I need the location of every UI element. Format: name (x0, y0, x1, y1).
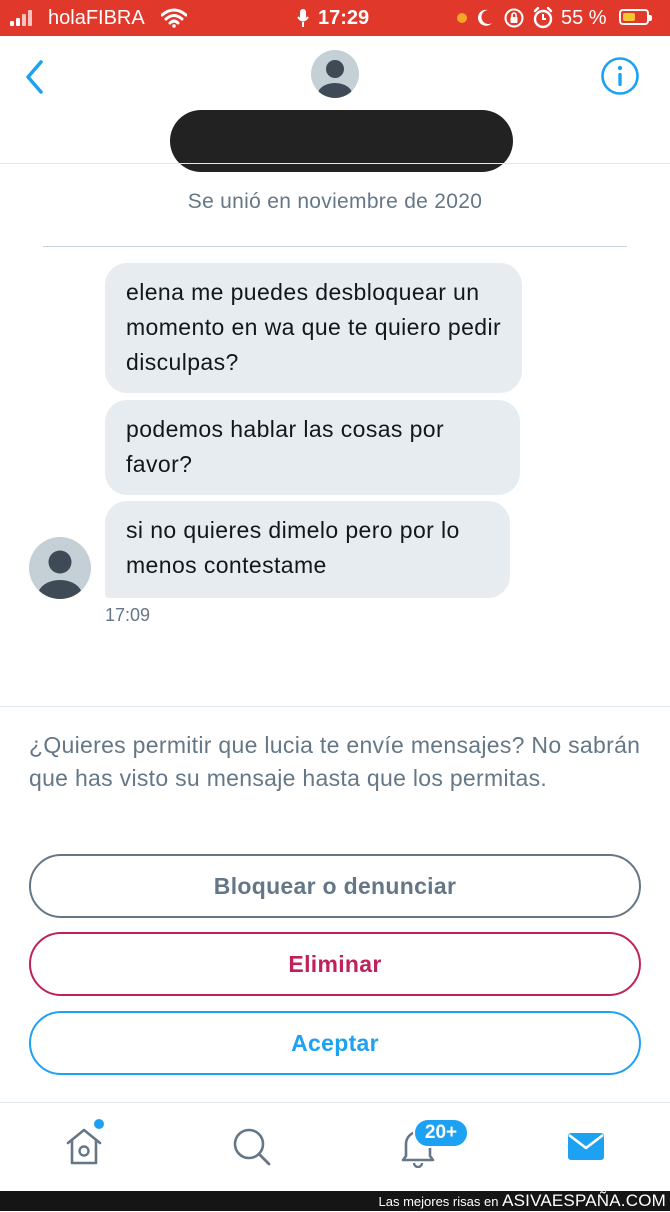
home-notification-dot (94, 1119, 104, 1129)
battery-percent: 55 % (561, 7, 607, 29)
request-divider (0, 706, 670, 707)
alarm-icon (533, 6, 553, 29)
home-icon[interactable] (62, 1124, 106, 1168)
status-bar: holaFIBRA 17:29 55 % (0, 0, 670, 36)
message-request-prompt: ¿Quieres permitir que lucia te envíe men… (29, 732, 641, 791)
watermark-brand: ASIVAESPAÑA.COM (502, 1191, 666, 1210)
block-report-button[interactable]: Bloquear o denunciar (29, 854, 641, 918)
battery-icon (619, 9, 652, 25)
watermark-strip: Las mejores risas en ASIVAESPAÑA.COM (0, 1191, 670, 1211)
joined-date: Se unió en noviembre de 2020 (187, 190, 483, 213)
back-chevron-icon[interactable] (22, 58, 50, 96)
delete-button[interactable]: Eliminar (29, 932, 641, 996)
tab-bar-divider (0, 1102, 670, 1103)
wifi-icon (161, 8, 187, 28)
message-timestamp: 17:09 (105, 605, 151, 625)
info-icon[interactable] (600, 56, 640, 96)
moon-icon (477, 9, 492, 26)
rotation-lock-icon (504, 8, 524, 28)
mic-icon (297, 9, 309, 27)
header-divider (0, 163, 670, 164)
joined-divider (43, 246, 627, 247)
avatar-placeholder[interactable] (311, 50, 359, 98)
accept-button[interactable]: Aceptar (29, 1011, 641, 1075)
message-bubble: podemos hablar las cosas por favor? (105, 400, 520, 495)
carrier-name: holaFIBRA (48, 7, 145, 29)
sender-avatar[interactable] (29, 537, 91, 599)
signal-icon (10, 10, 40, 26)
message-bubble: elena me puedes desbloquear un momento e… (105, 263, 522, 393)
message-bubble: si no quieres dimelo pero por lo menos c… (105, 501, 510, 598)
clock: 17:29 (318, 7, 370, 29)
search-icon[interactable] (229, 1124, 273, 1168)
mail-icon[interactable] (564, 1124, 608, 1168)
orange-dot (457, 13, 467, 23)
watermark-prefix: Las mejores risas en (378, 1194, 499, 1209)
notifications-badge: 20+ (413, 1118, 469, 1148)
